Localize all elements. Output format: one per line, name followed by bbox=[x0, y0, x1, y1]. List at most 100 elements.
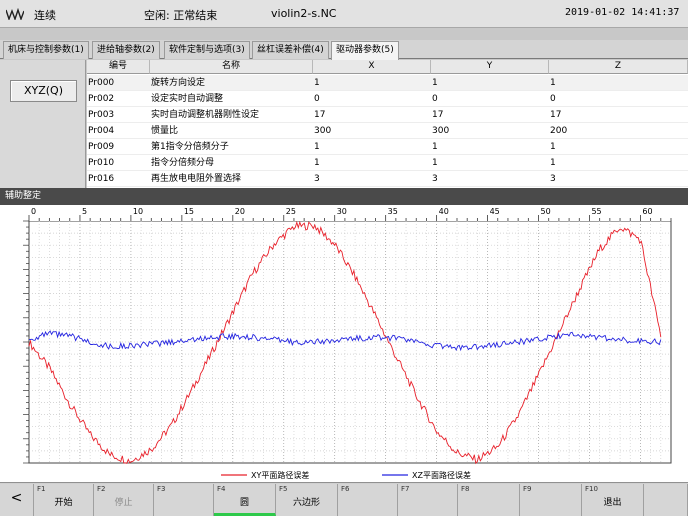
param-id: Pr000 bbox=[88, 78, 115, 88]
x-tick-label: 50 bbox=[541, 207, 551, 216]
col-header-z: Z bbox=[549, 60, 688, 74]
x-tick-label: 45 bbox=[490, 207, 500, 216]
fkey-number: F6 bbox=[341, 485, 350, 493]
param-z: 0 bbox=[550, 94, 556, 104]
param-y: 3 bbox=[432, 174, 438, 184]
error-chart: 0 5 10 15 20 25 30 35 40 45 50 55 60 XY平面路径误差 XZ平面路径误差 bbox=[0, 205, 688, 482]
title-bar: 连续 空闲: 正常结束 violin2-s.NC 2019-01-02 14:4… bbox=[0, 0, 688, 28]
x-tick-label: 5 bbox=[82, 207, 87, 216]
param-id: Pr003 bbox=[88, 110, 115, 120]
fkey-label: 开始 bbox=[54, 498, 73, 508]
fkey-number: F4 bbox=[217, 485, 226, 493]
fkey-f1[interactable]: F1 开始 bbox=[34, 484, 94, 516]
tab-drive-params[interactable]: 驱动器参数(5) bbox=[331, 41, 399, 60]
param-id: Pr002 bbox=[88, 94, 115, 104]
param-x: 3 bbox=[314, 174, 320, 184]
tab-machine-control[interactable]: 机床与控制参数(1) bbox=[3, 41, 89, 59]
param-tabs: 机床与控制参数(1) 进给轴参数(2) 软件定制与选项(3) 丝杠误差补偿(4)… bbox=[0, 40, 688, 60]
fkey-blank[interactable] bbox=[644, 484, 688, 516]
x-tick-label: 0 bbox=[31, 207, 36, 216]
fkey-f6[interactable]: F6 bbox=[338, 484, 398, 516]
param-x: 17 bbox=[314, 110, 326, 120]
param-x: 1 bbox=[314, 78, 320, 88]
col-header-x: X bbox=[313, 60, 431, 74]
col-header-name: 名称 bbox=[150, 60, 313, 74]
fkey-number: F5 bbox=[279, 485, 288, 493]
fkey-label: 退出 bbox=[603, 498, 622, 508]
param-z: 3 bbox=[550, 174, 556, 184]
param-x: 0 bbox=[314, 94, 320, 104]
param-id: Pr009 bbox=[88, 142, 115, 152]
param-x: 1 bbox=[314, 158, 320, 168]
param-x: 300 bbox=[314, 126, 332, 136]
fkey-f8[interactable]: F8 bbox=[458, 484, 520, 516]
param-y: 300 bbox=[432, 126, 450, 136]
function-key-bar: < F1 开始 F2 停止 F3 F4 圆 F5 六边形 F6 F7 F8 F9 F10 退出 bbox=[0, 482, 688, 516]
param-name: 惯量比 bbox=[151, 126, 179, 136]
col-header-id: 编号 bbox=[87, 60, 150, 74]
table-row[interactable]: Pr004 惯量比 300 300 200 bbox=[87, 123, 688, 139]
col-header-y: Y bbox=[431, 60, 549, 74]
param-id: Pr010 bbox=[88, 158, 115, 168]
param-y: 1 bbox=[432, 78, 438, 88]
fkey-f9[interactable]: F9 bbox=[520, 484, 582, 516]
fkey-f7[interactable]: F7 bbox=[398, 484, 458, 516]
chart-svg: 0 5 10 15 20 25 30 35 40 45 50 55 60 XY平面路径误差 XZ平面路径误差 bbox=[23, 205, 672, 480]
param-z: 1 bbox=[550, 78, 556, 88]
param-y: 1 bbox=[432, 158, 438, 168]
param-y: 17 bbox=[432, 110, 444, 120]
x-tick-label: 10 bbox=[133, 207, 143, 216]
x-tick-label: 20 bbox=[235, 207, 245, 216]
fkey-number: F1 bbox=[37, 485, 46, 493]
mode-label: 连续 bbox=[34, 9, 56, 22]
x-tick-label: 55 bbox=[591, 207, 601, 216]
x-tick-label: 25 bbox=[286, 207, 296, 216]
param-id: Pr004 bbox=[88, 126, 115, 136]
back-button[interactable]: < bbox=[0, 484, 34, 516]
machine-status: 空闲: 正常结束 bbox=[144, 9, 218, 22]
axis-select-button[interactable]: XYZ(Q) bbox=[10, 80, 77, 102]
fkey-label: 停止 bbox=[114, 498, 133, 508]
top-ruler bbox=[29, 205, 671, 221]
chart-section-title: 辅助整定 bbox=[0, 188, 688, 205]
fkey-f2[interactable]: F2 停止 bbox=[94, 484, 154, 516]
x-tick-label: 40 bbox=[439, 207, 449, 216]
tab-screw-compensation[interactable]: 丝杠误差补偿(4) bbox=[252, 41, 329, 59]
tab-feed-axis[interactable]: 进给轴参数(2) bbox=[92, 41, 160, 59]
legend-label: XZ平面路径误差 bbox=[412, 470, 471, 480]
table-row[interactable]: Pr002 设定实时自动调整 0 0 0 bbox=[87, 91, 688, 107]
param-name: 指令分倍频分母 bbox=[151, 158, 215, 168]
x-tick-label: 35 bbox=[388, 207, 398, 216]
waveform-icon bbox=[6, 8, 24, 20]
param-name: 实时自动调整机器刚性设定 bbox=[151, 110, 260, 120]
x-tick-label: 15 bbox=[184, 207, 194, 216]
param-z: 17 bbox=[550, 110, 562, 120]
fkey-number: F9 bbox=[523, 485, 532, 493]
param-z: 1 bbox=[550, 142, 556, 152]
table-row[interactable]: Pr009 第1指令分倍频分子 1 1 1 bbox=[87, 139, 688, 155]
fkey-f4[interactable]: F4 圆 bbox=[214, 484, 276, 516]
fkey-f10[interactable]: F10 退出 bbox=[582, 484, 644, 516]
left-panel: XYZ(Q) bbox=[0, 60, 86, 188]
x-tick-label: 60 bbox=[642, 207, 652, 216]
fkey-number: F8 bbox=[461, 485, 470, 493]
table-row[interactable]: Pr003 实时自动调整机器刚性设定 17 17 17 bbox=[87, 107, 688, 123]
program-name: violin2-s.NC bbox=[271, 7, 337, 20]
legend-label: XY平面路径误差 bbox=[251, 470, 309, 480]
param-z: 1 bbox=[550, 158, 556, 168]
table-row[interactable]: Pr016 再生放电电阻外置选择 3 3 3 bbox=[87, 171, 688, 187]
param-table: 编号 名称 X Y Z Pr000 旋转方向设定 1 1 1 Pr002 设定实时自动调整 0… bbox=[87, 60, 688, 188]
param-name: 再生放电电阻外置选择 bbox=[151, 174, 242, 184]
fkey-f3[interactable]: F3 bbox=[154, 484, 214, 516]
back-arrow-icon: < bbox=[10, 490, 23, 506]
table-row[interactable]: Pr010 指令分倍频分母 1 1 1 bbox=[87, 155, 688, 171]
fkey-f5[interactable]: F5 六边形 bbox=[276, 484, 338, 516]
fkey-number: F3 bbox=[157, 485, 166, 493]
table-row[interactable]: Pr000 旋转方向设定 1 1 1 bbox=[87, 75, 688, 91]
param-z: 200 bbox=[550, 126, 568, 136]
fkey-label: 六边形 bbox=[292, 498, 320, 508]
param-id: Pr016 bbox=[88, 174, 115, 184]
param-name: 设定实时自动调整 bbox=[151, 94, 224, 104]
tab-software-options[interactable]: 软件定制与选项(3) bbox=[164, 41, 250, 59]
param-y: 0 bbox=[432, 94, 438, 104]
